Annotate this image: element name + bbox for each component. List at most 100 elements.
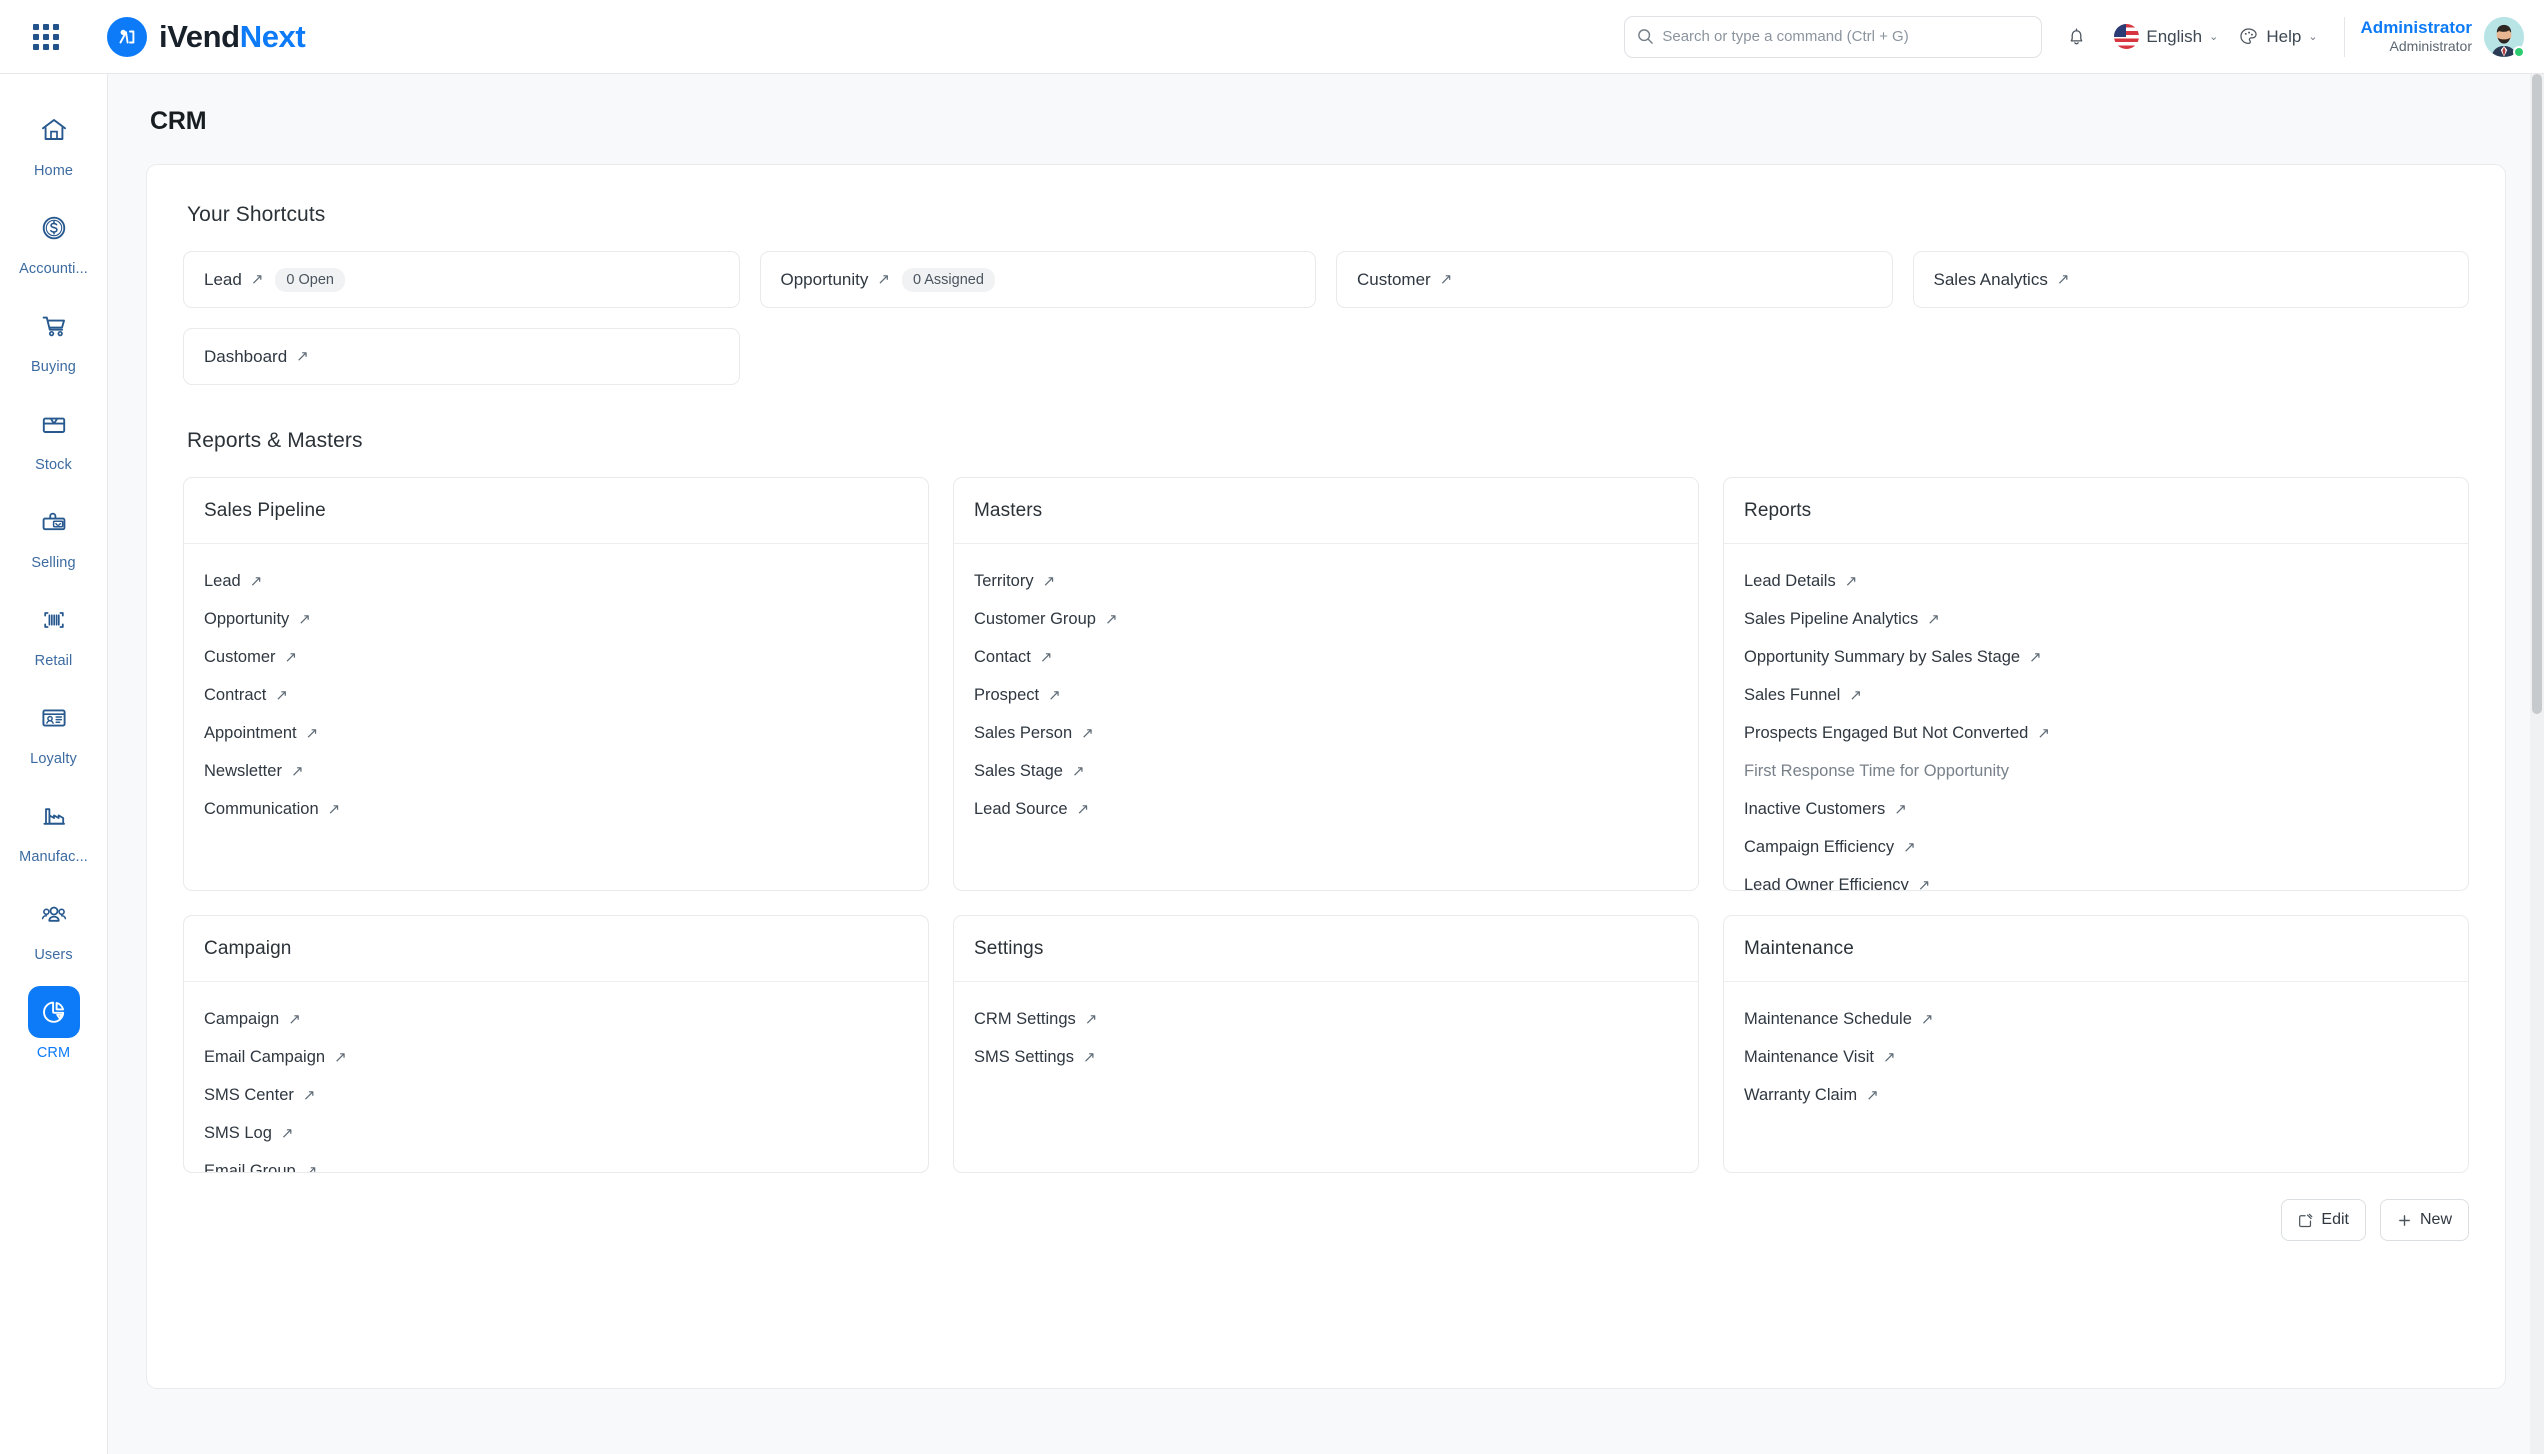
us-flag-icon bbox=[2114, 24, 2140, 49]
sidebar-item-stock[interactable]: Stock bbox=[0, 386, 107, 484]
link-first-response-time-for-opportunity[interactable]: First Response Time for Opportunity bbox=[1744, 752, 2448, 790]
link-lead-owner-efficiency[interactable]: Lead Owner Efficiency ↗ bbox=[1744, 866, 2448, 891]
link-sales-person[interactable]: Sales Person ↗ bbox=[974, 714, 1678, 752]
link-email-group[interactable]: Email Group ↗ bbox=[204, 1152, 908, 1173]
link-maintenance-visit[interactable]: Maintenance Visit ↗ bbox=[1744, 1038, 2448, 1076]
sidebar-item-retail[interactable]: Retail bbox=[0, 582, 107, 680]
dollar-coin-icon bbox=[28, 202, 80, 254]
barcode-icon bbox=[28, 594, 80, 646]
brand-logo-link[interactable]: iVendNext bbox=[107, 16, 306, 57]
link-label: Contract bbox=[204, 685, 267, 704]
link-campaign-efficiency[interactable]: Campaign Efficiency ↗ bbox=[1744, 828, 2448, 866]
link-prospects-engaged-but-not-converted[interactable]: Prospects Engaged But Not Converted ↗ bbox=[1744, 714, 2448, 752]
panel-header: Reports bbox=[1724, 478, 2468, 544]
external-link-arrow-icon: ↗ bbox=[1048, 686, 1061, 704]
link-lead-source[interactable]: Lead Source ↗ bbox=[974, 790, 1678, 828]
sidebar-item-loyalty[interactable]: Loyalty bbox=[0, 680, 107, 778]
search-box[interactable] bbox=[1624, 15, 2043, 58]
language-selector[interactable]: English ⌄ bbox=[2106, 18, 2226, 55]
external-link-arrow-icon: ↗ bbox=[298, 610, 311, 628]
sidebar-item-manufacturing[interactable]: Manufac... bbox=[0, 778, 107, 876]
external-link-arrow-icon: ↗ bbox=[1039, 648, 1053, 666]
online-status-dot bbox=[2513, 45, 2525, 58]
link-sales-funnel[interactable]: Sales Funnel ↗ bbox=[1744, 676, 2448, 714]
link-warranty-claim[interactable]: Warranty Claim ↗ bbox=[1744, 1076, 2448, 1114]
shortcut-opportunity[interactable]: Opportunity ↗ 0 Assigned bbox=[759, 251, 1316, 308]
link-label: Email Group bbox=[204, 1161, 296, 1173]
external-link-arrow-icon: ↗ bbox=[304, 1162, 318, 1173]
link-customer[interactable]: Customer ↗ bbox=[204, 638, 908, 676]
external-link-arrow-icon: ↗ bbox=[1104, 610, 1118, 628]
sidebar-item-users[interactable]: Users bbox=[0, 876, 107, 974]
external-link-arrow-icon: ↗ bbox=[1866, 1086, 1879, 1104]
avatar[interactable] bbox=[2484, 16, 2525, 58]
panel-title: Masters bbox=[974, 499, 1043, 521]
shortcut-dashboard[interactable]: Dashboard ↗ bbox=[183, 328, 740, 385]
page-scrollbar-thumb[interactable] bbox=[2532, 74, 2542, 714]
link-lead[interactable]: Lead ↗ bbox=[204, 562, 908, 600]
link-communication[interactable]: Communication ↗ bbox=[204, 790, 908, 828]
link-campaign[interactable]: Campaign ↗ bbox=[204, 1000, 908, 1038]
link-sales-stage[interactable]: Sales Stage ↗ bbox=[974, 752, 1678, 790]
link-opportunity[interactable]: Opportunity ↗ bbox=[204, 600, 908, 638]
link-customer-group[interactable]: Customer Group ↗ bbox=[974, 600, 1678, 638]
link-sms-center[interactable]: SMS Center ↗ bbox=[204, 1076, 908, 1114]
notifications-bell-icon[interactable] bbox=[2056, 17, 2096, 57]
panel-sales-pipeline: Sales Pipeline Lead ↗ Opportunity ↗ Cust… bbox=[183, 477, 929, 891]
sidebar-item-home[interactable]: Home bbox=[0, 92, 107, 190]
link-contract[interactable]: Contract ↗ bbox=[204, 676, 908, 714]
link-newsletter[interactable]: Newsletter ↗ bbox=[204, 752, 908, 790]
shortcut-lead[interactable]: Lead ↗ 0 Open bbox=[183, 251, 740, 308]
shortcut-customer[interactable]: Customer ↗ bbox=[1336, 251, 1893, 308]
sidebar-item-buying[interactable]: Buying bbox=[0, 288, 107, 386]
link-label: SMS Center bbox=[204, 1085, 294, 1104]
link-sms-log[interactable]: SMS Log ↗ bbox=[204, 1114, 908, 1152]
sidebar-item-label: CRM bbox=[36, 1044, 71, 1061]
link-label: Campaign bbox=[204, 1009, 280, 1028]
external-link-arrow-icon: ↗ bbox=[1920, 1010, 1934, 1028]
link-crm-settings[interactable]: CRM Settings ↗ bbox=[974, 1000, 1678, 1038]
shortcut-label: Opportunity bbox=[780, 269, 869, 289]
sidebar-item-selling[interactable]: Selling bbox=[0, 484, 107, 582]
sidebar-item-accounting[interactable]: Accounti... bbox=[0, 190, 107, 288]
panel-title: Campaign bbox=[204, 937, 292, 959]
sidebar-item-label: Accounti... bbox=[19, 260, 88, 277]
link-opportunity-summary-by-sales-stage[interactable]: Opportunity Summary by Sales Stage ↗ bbox=[1744, 638, 2448, 676]
external-link-arrow-icon: ↗ bbox=[2029, 648, 2042, 666]
link-label: SMS Log bbox=[204, 1123, 272, 1142]
link-inactive-customers[interactable]: Inactive Customers ↗ bbox=[1744, 790, 2448, 828]
link-sales-pipeline-analytics[interactable]: Sales Pipeline Analytics ↗ bbox=[1744, 600, 2448, 638]
apps-grid-icon[interactable] bbox=[23, 14, 69, 60]
link-contact[interactable]: Contact ↗ bbox=[974, 638, 1678, 676]
link-appointment[interactable]: Appointment ↗ bbox=[204, 714, 908, 752]
link-territory[interactable]: Territory ↗ bbox=[974, 562, 1678, 600]
shortcut-sales-analytics[interactable]: Sales Analytics ↗ bbox=[1912, 251, 2469, 308]
brand-name: iVendNext bbox=[159, 18, 306, 55]
external-link-arrow-icon: ↗ bbox=[334, 1048, 347, 1066]
sidebar-item-crm[interactable]: CRM bbox=[0, 974, 107, 1072]
shortcut-badge: 0 Assigned bbox=[901, 267, 995, 292]
link-sms-settings[interactable]: SMS Settings ↗ bbox=[974, 1038, 1678, 1076]
help-menu[interactable]: Help ⌄ bbox=[2230, 20, 2325, 53]
link-label: Sales Stage bbox=[974, 761, 1063, 780]
link-label: Prospects Engaged But Not Converted bbox=[1744, 723, 2029, 742]
user-menu[interactable]: Administrator Administrator bbox=[2361, 16, 2525, 58]
edit-button[interactable]: Edit bbox=[2281, 1199, 2366, 1241]
external-link-arrow-icon: ↗ bbox=[327, 800, 341, 818]
link-email-campaign[interactable]: Email Campaign ↗ bbox=[204, 1038, 908, 1076]
id-card-icon bbox=[28, 692, 80, 744]
new-button[interactable]: New bbox=[2379, 1199, 2469, 1241]
link-prospect[interactable]: Prospect ↗ bbox=[974, 676, 1678, 714]
search-input[interactable] bbox=[1662, 28, 2030, 45]
panels-row-1: Sales Pipeline Lead ↗ Opportunity ↗ Cust… bbox=[183, 477, 2469, 891]
sidebar-item-label: Loyalty bbox=[30, 750, 77, 767]
brand-name-part2: Next bbox=[239, 18, 306, 54]
external-link-arrow-icon: ↗ bbox=[284, 648, 298, 666]
link-lead-details[interactable]: Lead Details ↗ bbox=[1744, 562, 2448, 600]
link-maintenance-schedule[interactable]: Maintenance Schedule ↗ bbox=[1744, 1000, 2448, 1038]
link-label: Campaign Efficiency bbox=[1744, 837, 1895, 856]
link-label: First Response Time for Opportunity bbox=[1744, 761, 2010, 780]
page-scrollbar[interactable] bbox=[2530, 74, 2544, 1454]
edit-label: Edit bbox=[2321, 1211, 2349, 1228]
link-label: Opportunity bbox=[204, 609, 290, 628]
